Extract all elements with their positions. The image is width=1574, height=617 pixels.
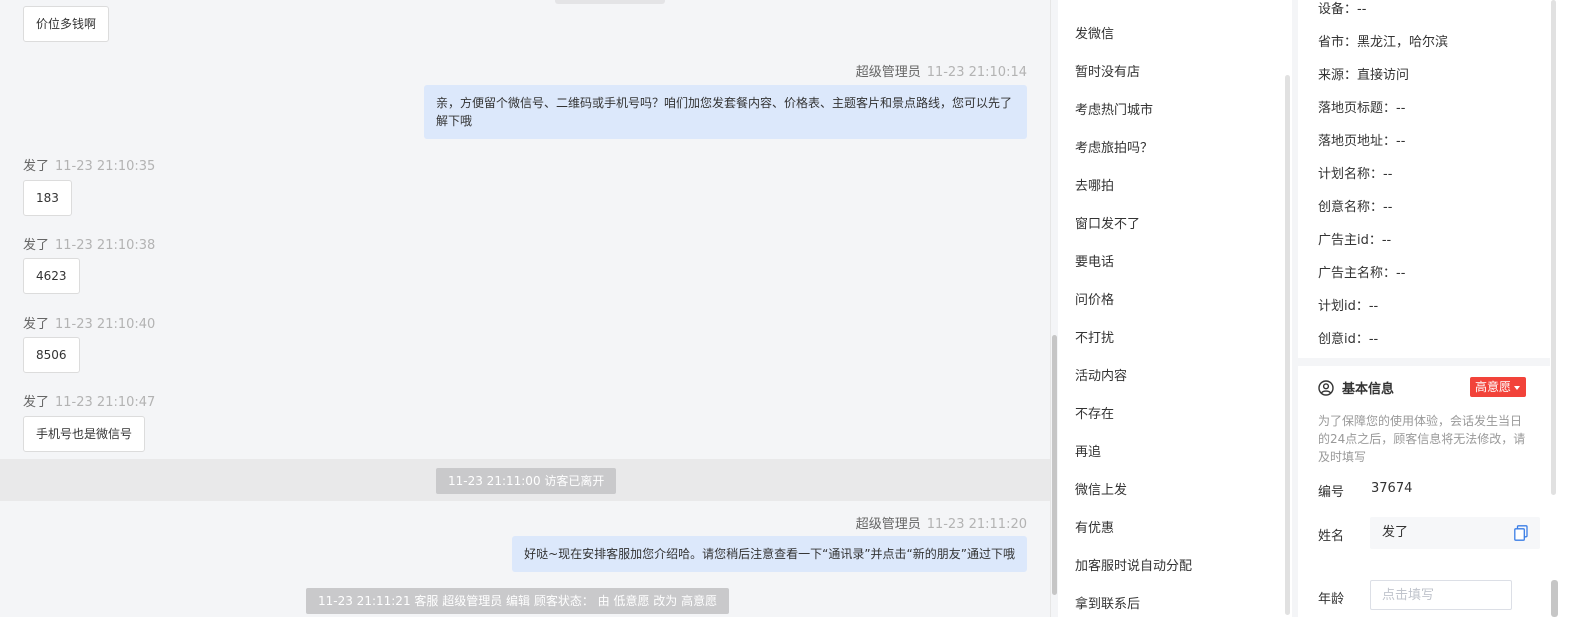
quick-reply-item[interactable]: 加客服时说自动分配 <box>1075 555 1192 574</box>
agent-message-bubble: 亲，方便留个微信号、二维码或手机号吗？咱们加您发套餐内容、价格表、主题客片和景点… <box>424 85 1027 139</box>
quick-reply-item[interactable]: 问价格 <box>1075 289 1114 308</box>
caret-down-icon <box>1514 385 1521 390</box>
status-change-notice: 11-23 21:11:21 客服 超级管理员 编辑 顾客状态： 由 低意愿 改… <box>306 588 730 614</box>
info-plan-name: 计划名称：-- <box>1318 167 1393 182</box>
quick-reply-list: 发微信 暂时没有店 考虑热门城市 考虑旅拍吗？ 去哪拍 窗口发不了 要电话 问价… <box>1058 0 1292 617</box>
visitor-left-notice: 11-23 21:11:00 访客已离开 <box>436 468 617 494</box>
info-advertiser-name: 广告主名称：-- <box>1318 266 1406 281</box>
visitor-info-panel: 设备：-- 省市：黑龙江，哈尔滨 来源：直接访问 落地页标题：-- 落地页地址：… <box>1298 0 1574 617</box>
quick-reply-item[interactable]: 有优惠 <box>1075 517 1114 536</box>
message-time: 11-23 21:11:20 <box>926 517 1027 532</box>
agent-message-header: 超级管理员 11-23 21:10:14 <box>856 61 1027 80</box>
sender-name: 发了 <box>23 159 50 174</box>
quick-reply-item[interactable]: 发微信 <box>1075 23 1114 42</box>
visitor-message-header: 发了 11-23 21:10:40 <box>23 313 155 332</box>
scrollbar-thumb[interactable] <box>1285 75 1290 615</box>
message-time: 11-23 21:10:38 <box>55 238 156 253</box>
quick-reply-item[interactable]: 再追 <box>1075 441 1101 460</box>
quick-reply-item[interactable]: 要电话 <box>1075 251 1114 270</box>
id-value: 37674 <box>1371 481 1413 496</box>
message-time: 11-23 21:10:40 <box>55 317 156 332</box>
visitor-message-bubble: 手机号也是微信号 <box>23 416 146 452</box>
info-source: 来源：直接访问 <box>1318 68 1410 83</box>
quick-reply-item[interactable]: 活动内容 <box>1075 365 1127 384</box>
user-circle-icon <box>1318 379 1334 396</box>
sender-name: 超级管理员 <box>855 65 921 80</box>
sender-name: 发了 <box>23 395 50 410</box>
quick-reply-item[interactable]: 去哪拍 <box>1075 175 1114 194</box>
info-landing-title: 落地页标题：-- <box>1318 101 1406 116</box>
id-label: 编号 <box>1318 485 1345 500</box>
message-time: 11-23 21:10:47 <box>55 395 156 410</box>
basic-info-title: 基本信息 <box>1318 378 1394 397</box>
section-title-text: 基本信息 <box>1342 382 1395 397</box>
quick-reply-item[interactable]: 窗口发不了 <box>1075 213 1140 232</box>
quick-reply-item[interactable]: 不存在 <box>1075 403 1114 422</box>
quick-reply-item[interactable]: 微信上发 <box>1075 479 1127 498</box>
info-creative-id: 创意id：-- <box>1318 332 1379 347</box>
visitor-message-bubble: 8506 <box>23 337 80 373</box>
info-region: 省市：黑龙江，哈尔滨 <box>1318 35 1449 50</box>
previous-notice-edge <box>555 0 665 4</box>
edit-deadline-notice: 为了保障您的使用体验，会话发生当日的24点之后，顾客信息将无法修改，请及时填写 <box>1318 414 1526 464</box>
agent-message-header: 超级管理员 11-23 21:11:20 <box>856 513 1027 532</box>
sender-name: 发了 <box>23 317 50 332</box>
quick-reply-item[interactable]: 暂时没有店 <box>1075 61 1140 80</box>
section-separator <box>1298 358 1550 366</box>
info-creative-name: 创意名称：-- <box>1318 200 1393 215</box>
visitor-message-bubble: 183 <box>23 180 72 216</box>
sender-name: 超级管理员 <box>855 517 921 532</box>
message-time: 11-23 21:10:35 <box>55 159 156 174</box>
message-time: 11-23 21:10:14 <box>926 65 1027 80</box>
visitor-message-header: 发了 11-23 21:10:47 <box>23 391 155 410</box>
name-label: 姓名 <box>1318 529 1345 544</box>
age-input[interactable] <box>1370 580 1512 610</box>
scrollbar-thumb[interactable] <box>1551 0 1556 495</box>
copy-icon[interactable] <box>1514 525 1528 541</box>
chat-scrollbar[interactable] <box>1050 0 1058 617</box>
quick-reply-scrollbar[interactable] <box>1284 0 1292 617</box>
visitor-message-header: 发了 11-23 21:10:38 <box>23 234 155 253</box>
scrollbar-thumb[interactable] <box>1052 335 1057 595</box>
info-plan-id: 计划id：-- <box>1318 299 1379 314</box>
intent-status-dropdown[interactable]: 高意愿 <box>1470 377 1527 397</box>
quick-reply-item[interactable]: 拿到联系后 <box>1075 593 1140 612</box>
quick-reply-item[interactable]: 考虑热门城市 <box>1075 99 1153 118</box>
intent-status-label: 高意愿 <box>1475 380 1512 394</box>
visitor-message-bubble: 价位多钱啊 <box>23 6 110 42</box>
info-device: 设备：-- <box>1318 2 1367 17</box>
chat-panel: 价位多钱啊 超级管理员 11-23 21:10:14 亲，方便留个微信号、二维码或… <box>0 0 1050 617</box>
visitor-message-bubble: 4623 <box>23 258 80 294</box>
age-label: 年龄 <box>1318 592 1345 607</box>
info-advertiser-id: 广告主id：-- <box>1318 233 1392 248</box>
quick-reply-item[interactable]: 不打扰 <box>1075 327 1114 346</box>
agent-message-bubble: 好哒~现在安排客服加您介绍哈。请您稍后注意查看一下“通讯录”并点击“新的朋友”通… <box>512 536 1027 572</box>
info-landing-url: 落地页地址：-- <box>1318 134 1406 149</box>
sender-name: 发了 <box>23 238 50 253</box>
scrollbar-thumb-secondary[interactable] <box>1551 580 1558 617</box>
visitor-message-header: 发了 11-23 21:10:35 <box>23 155 155 174</box>
quick-reply-item[interactable]: 考虑旅拍吗？ <box>1075 137 1153 156</box>
info-scrollbar[interactable] <box>1549 0 1559 617</box>
